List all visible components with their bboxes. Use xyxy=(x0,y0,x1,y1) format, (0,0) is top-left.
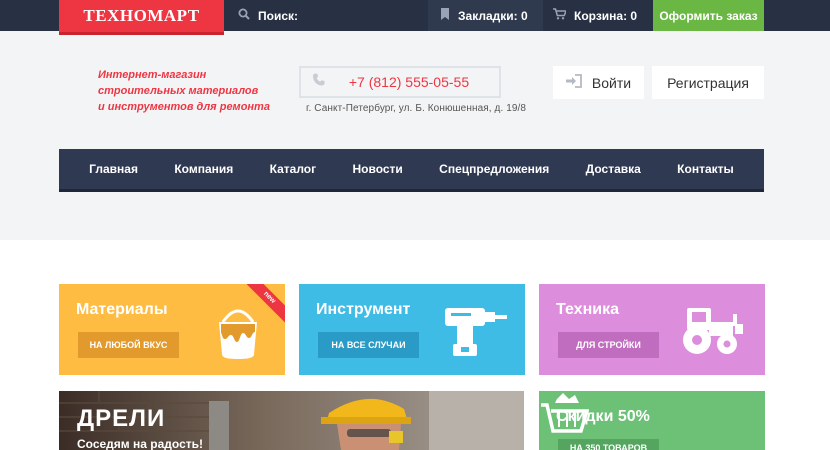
promo-banner-drills[interactable]: ДРЕЛИ Соседям на радость! xyxy=(59,391,524,450)
search-input[interactable] xyxy=(258,8,418,23)
card-button[interactable]: ДЛЯ СТРОЙКИ xyxy=(558,332,659,358)
site-logo[interactable]: ТЕХНОМАРТ xyxy=(59,0,224,35)
login-icon xyxy=(565,74,582,91)
checkout-button[interactable]: Оформить заказ xyxy=(653,0,764,31)
card-title: Инструмент xyxy=(316,301,411,318)
tagline-line: и инструментов для ремонта xyxy=(98,101,270,113)
banner-title: ДРЕЛИ xyxy=(77,405,166,432)
cart-icon xyxy=(553,8,568,23)
nav-item-company[interactable]: Компания xyxy=(174,162,233,176)
main-nav: Главная Компания Каталог Новости Спецпре… xyxy=(59,149,764,192)
drill-icon xyxy=(445,308,507,356)
card-title: Скидки 50% xyxy=(556,408,650,425)
cart-link[interactable]: Корзина: 0 xyxy=(543,0,653,31)
search-box[interactable] xyxy=(224,0,428,31)
nav-item-offers[interactable]: Спецпредложения xyxy=(439,162,549,176)
card-title: Техника xyxy=(556,301,619,318)
login-label: Войти xyxy=(591,74,632,91)
nav-item-delivery[interactable]: Доставка xyxy=(586,162,641,176)
tagline-line: Интернет-магазин xyxy=(98,69,207,81)
bookmarks-label: Закладки: 0 xyxy=(458,8,528,23)
tagline: Интернет-магазин строительных материалов… xyxy=(98,67,278,115)
category-card-materials[interactable]: new Материалы НА ЛЮБОЙ ВКУС xyxy=(59,284,285,375)
register-button[interactable]: Регистрация xyxy=(652,66,764,99)
card-button[interactable]: НА ВСЕ СЛУЧАИ xyxy=(318,332,419,358)
category-card-tools[interactable]: Инструмент НА ВСЕ СЛУЧАИ xyxy=(299,284,525,375)
phone-number: +7 (812) 555-05-55 xyxy=(348,74,470,90)
paint-bucket-icon xyxy=(219,309,257,359)
store-address: г. Санкт-Петербург, ул. Б. Конюшенная, д… xyxy=(306,103,527,114)
card-title: Материалы xyxy=(76,301,168,318)
category-card-machinery[interactable]: Техника ДЛЯ СТРОЙКИ xyxy=(539,284,765,375)
tractor-icon xyxy=(683,308,743,354)
bookmarks-link[interactable]: Закладки: 0 xyxy=(428,0,543,31)
cart-label: Корзина: 0 xyxy=(574,8,638,23)
nav-item-news[interactable]: Новости xyxy=(352,162,402,176)
search-icon[interactable] xyxy=(238,7,250,25)
nav-item-contacts[interactable]: Контакты xyxy=(677,162,734,176)
card-button[interactable]: НА ЛЮБОЙ ВКУС xyxy=(78,332,179,358)
bookmark-icon xyxy=(440,8,450,23)
category-card-sale[interactable]: Скидки 50% НА 350 ТОВАРОВ xyxy=(539,391,765,450)
nav-item-catalog[interactable]: Каталог xyxy=(270,162,317,176)
banner-subtitle: Соседям на радость! xyxy=(77,437,203,450)
phone-box[interactable]: +7 (812) 555-05-55 xyxy=(299,66,501,98)
tagline-line: строительных материалов xyxy=(98,85,259,97)
login-button[interactable]: Войти xyxy=(553,66,644,99)
card-button[interactable]: НА 350 ТОВАРОВ xyxy=(558,439,659,450)
header xyxy=(0,31,830,240)
nav-item-home[interactable]: Главная xyxy=(89,162,138,176)
